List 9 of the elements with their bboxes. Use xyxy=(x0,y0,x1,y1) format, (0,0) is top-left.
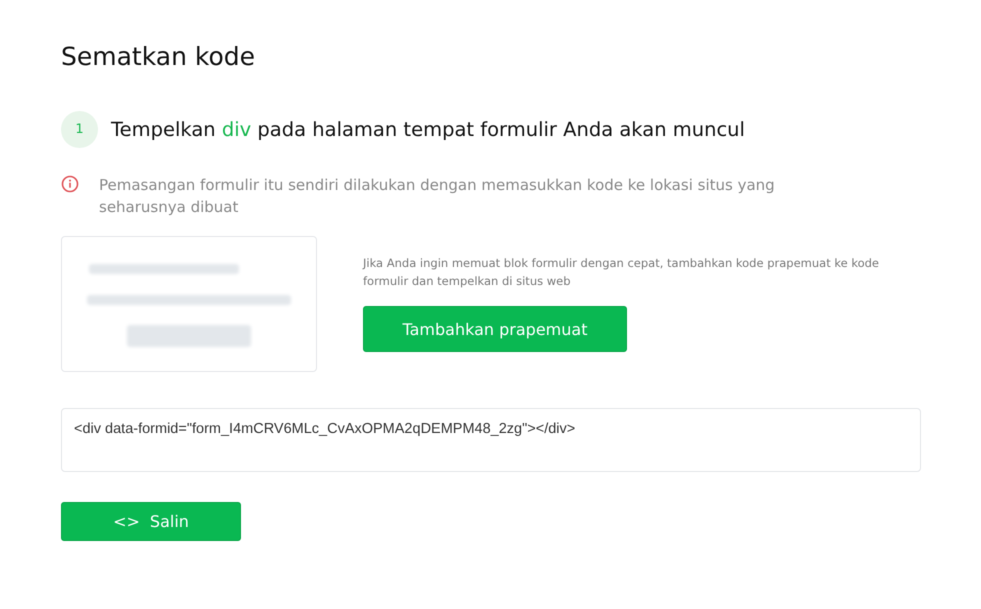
step-number: 1 xyxy=(61,111,98,148)
step-heading: Tempelkan div pada halaman tempat formulir Anda akan muncul xyxy=(111,118,745,141)
code-field[interactable]: <div data-formid="form_I4mCRV6MLc_CvAxOPMA2qDEMPM48_2zg"></div> xyxy=(61,408,921,472)
add-preloader-button[interactable]: Tambahkan prapemuat xyxy=(363,306,627,352)
notice-text: Pemasangan formulir itu sendiri dilakukan dengan memasukkan kode ke lokasi situs yang seharusnya dibuat xyxy=(99,175,776,218)
preloader-description: Jika Anda ingin memuat blok formulir dengan cepat, tambahkan kode prapemuat ke kode formulir dan tempelkan di situs web xyxy=(363,255,880,290)
info-icon xyxy=(61,175,79,193)
page-title: Sematkan kode xyxy=(61,42,256,71)
copy-button[interactable]: <> Salin xyxy=(61,502,241,541)
